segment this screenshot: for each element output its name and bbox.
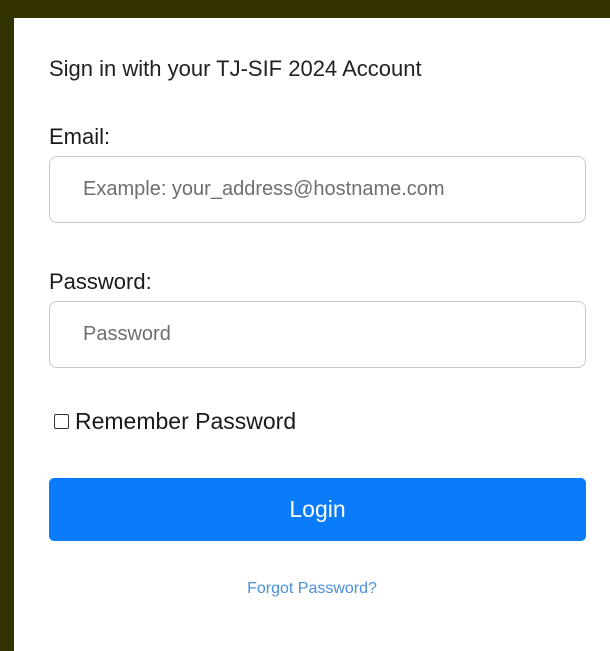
email-input[interactable] [49,156,586,223]
remember-password-label[interactable]: Remember Password [75,408,296,435]
password-input[interactable] [49,301,586,368]
password-label: Password: [49,269,152,294]
remember-password-row[interactable]: Remember Password [54,408,296,435]
forgot-password-link[interactable]: Forgot Password? [14,580,610,598]
login-card: Sign in with your TJ-SIF 2024 Account Em… [14,18,610,651]
login-heading: Sign in with your TJ-SIF 2024 Account [49,56,422,81]
login-button[interactable]: Login [49,478,586,541]
remember-password-checkbox[interactable] [54,414,69,429]
email-label: Email: [49,124,111,149]
